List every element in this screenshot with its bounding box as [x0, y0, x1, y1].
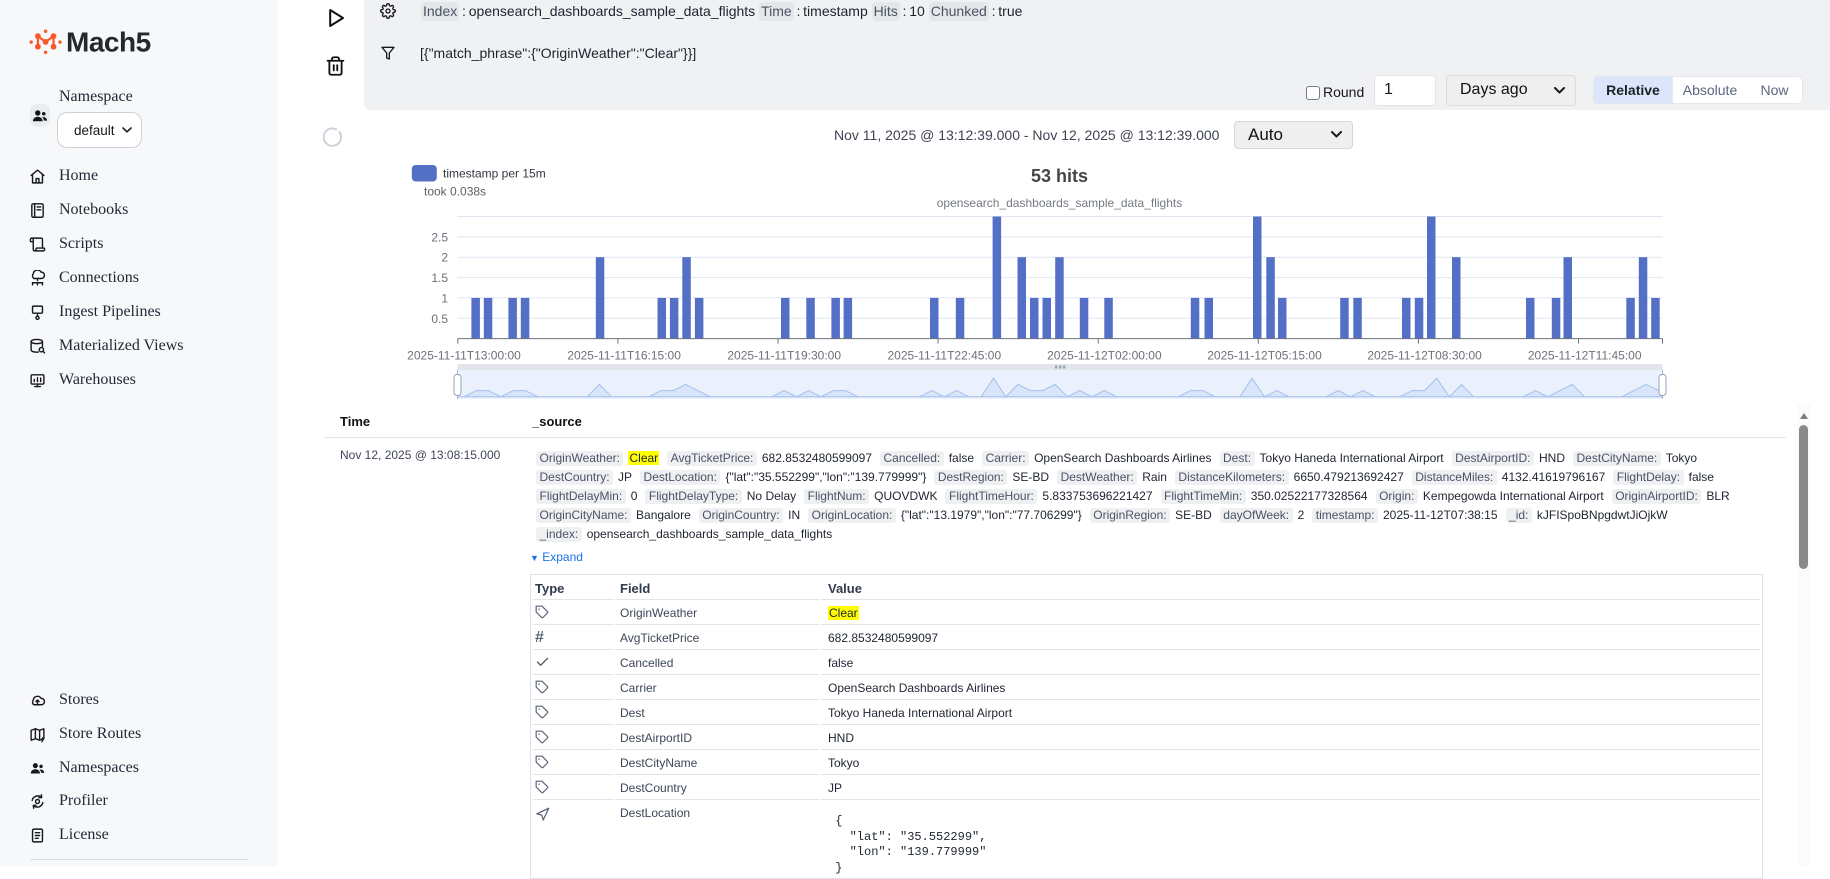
svg-text:1: 1 — [441, 291, 448, 305]
svg-text:2025-11-12T11:45:00: 2025-11-12T11:45:00 — [1528, 349, 1642, 363]
svg-text:2025-11-12T02:00:00: 2025-11-12T02:00:00 — [1047, 349, 1162, 363]
svg-text:took 0.038s: took 0.038s — [424, 185, 486, 199]
svg-text:2025-11-11T19:30:00: 2025-11-11T19:30:00 — [727, 349, 841, 363]
svg-text:0.5: 0.5 — [431, 312, 448, 326]
svg-text:53 hits: 53 hits — [1031, 166, 1088, 186]
svg-text:timestamp per 15m: timestamp per 15m — [443, 167, 546, 181]
svg-text:1.5: 1.5 — [431, 271, 448, 285]
svg-text:2025-11-11T16:15:00: 2025-11-11T16:15:00 — [567, 349, 681, 363]
svg-text:2025-11-11T13:00:00: 2025-11-11T13:00:00 — [407, 349, 521, 363]
svg-text:2025-11-11T22:45:00: 2025-11-11T22:45:00 — [887, 349, 1001, 363]
svg-text:opensearch_dashboards_sample_d: opensearch_dashboards_sample_data_flight… — [937, 196, 1183, 210]
svg-text:2: 2 — [441, 251, 448, 265]
svg-text:2.5: 2.5 — [431, 230, 448, 244]
svg-text:Mach5: Mach5 — [66, 27, 151, 58]
svg-text:2025-11-12T05:15:00: 2025-11-12T05:15:00 — [1207, 349, 1322, 363]
svg-text:2025-11-12T08:30:00: 2025-11-12T08:30:00 — [1367, 349, 1482, 363]
